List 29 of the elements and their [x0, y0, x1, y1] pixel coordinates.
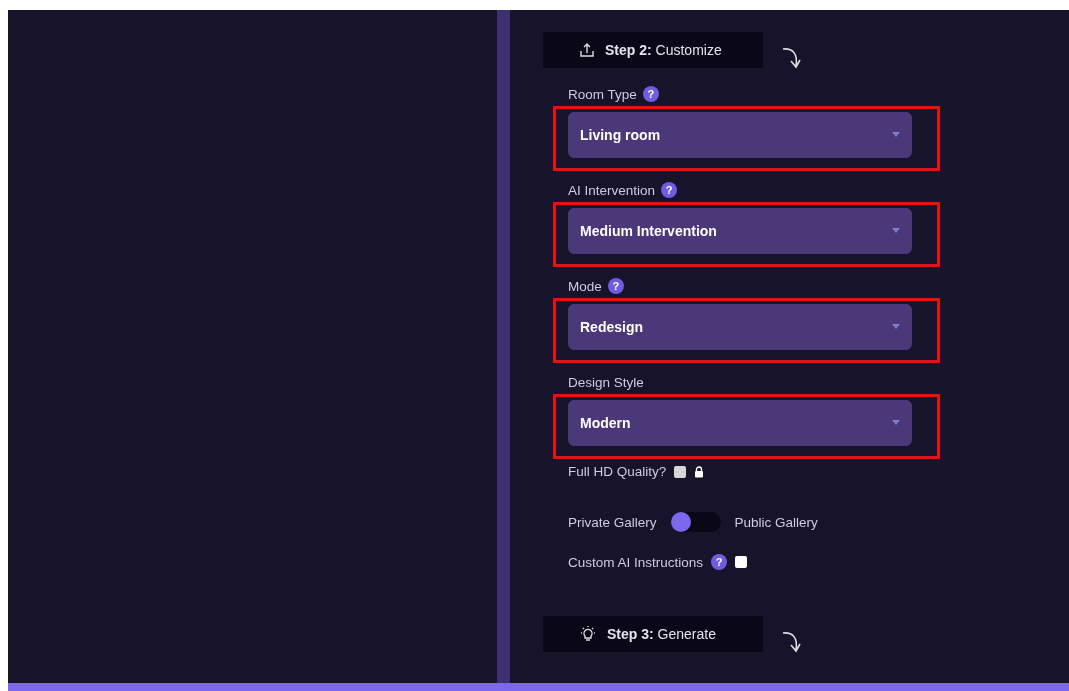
dropdown[interactable]: Modern [568, 400, 912, 446]
field-label: Room Type [568, 86, 637, 102]
step-title: Step 2: Customize [605, 42, 722, 58]
dropdown[interactable]: Living room [568, 112, 912, 158]
upload-icon [579, 42, 595, 58]
help-badge[interactable]: ? [661, 182, 678, 198]
lightbulb-icon [579, 625, 597, 643]
checkbox-label: Full HD Quality? [568, 464, 667, 479]
help-badge[interactable]: ? [711, 554, 728, 570]
gallery-toggle[interactable] [670, 512, 721, 532]
checkbox[interactable] [735, 556, 748, 568]
toggle-label: Private Gallery [568, 514, 657, 530]
field-label: AI Intervention [568, 182, 656, 198]
help-badge[interactable]: ? [642, 86, 659, 102]
checkbox-label: Custom AI Instructions [568, 554, 704, 570]
help-badge[interactable]: ? [607, 278, 624, 294]
checkbox[interactable] [674, 465, 687, 478]
dropdown[interactable]: Redesign [568, 304, 912, 350]
curved-arrow-icon [781, 46, 803, 70]
caret-icon [892, 132, 900, 138]
step-title: Step 3: Generate [607, 626, 716, 642]
field-label: Design Style [568, 374, 644, 390]
caret-icon [892, 420, 900, 426]
caret-icon [892, 324, 900, 330]
curved-arrow-icon [781, 630, 803, 654]
field-label: Mode [568, 278, 602, 294]
toggle-label: Public Gallery [734, 514, 818, 530]
caret-icon [892, 228, 900, 234]
dropdown[interactable]: Medium Intervention [568, 208, 912, 254]
